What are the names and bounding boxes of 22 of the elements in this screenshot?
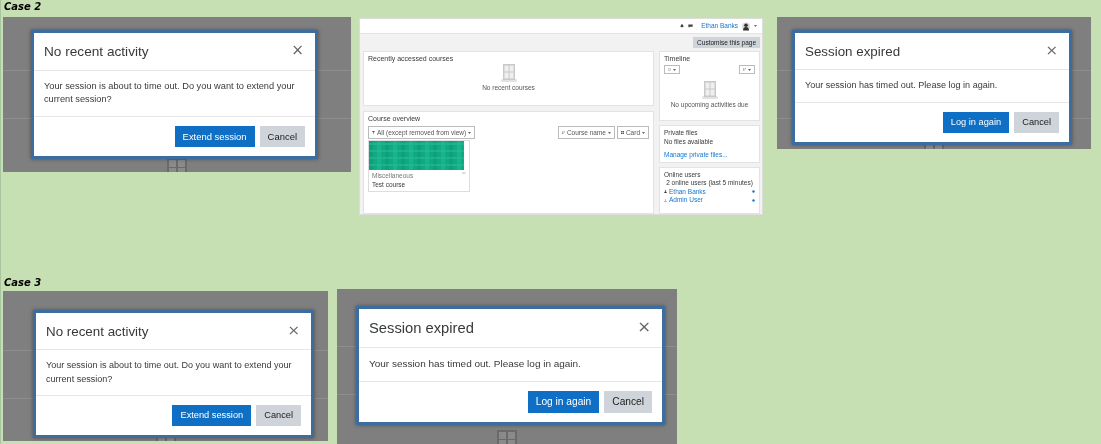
close-button[interactable]: × bbox=[287, 323, 300, 338]
primary-button[interactable]: Log in again bbox=[942, 111, 1010, 133]
case-label: Case 2 bbox=[3, 0, 42, 14]
primary-button[interactable]: Extend session bbox=[172, 404, 252, 426]
cancel-button[interactable]: Cancel bbox=[259, 125, 305, 147]
dialog-message: Your session is about to time out. Do you want to extend your current session? bbox=[36, 350, 311, 396]
case-label: Case 3 bbox=[3, 277, 42, 289]
cancel-button[interactable]: Cancel bbox=[256, 404, 301, 426]
close-button[interactable]: × bbox=[291, 43, 304, 59]
primary-button[interactable]: Extend session bbox=[174, 125, 255, 147]
close-button[interactable]: × bbox=[1045, 43, 1058, 58]
cancel-button[interactable]: Cancel bbox=[604, 390, 652, 413]
close-button[interactable]: × bbox=[637, 319, 651, 336]
dialog-message: Your session is about to time out. Do you want to extend your current session? bbox=[34, 70, 315, 117]
dialog-message: Your session has timed out. Please log in again. bbox=[359, 348, 662, 382]
cancel-button[interactable]: Cancel bbox=[1014, 111, 1059, 133]
dialog-title: No recent activity bbox=[46, 323, 149, 341]
dialog-title: Session expired bbox=[805, 43, 901, 61]
dialog-title: No recent activity bbox=[44, 43, 149, 61]
primary-button[interactable]: Log in again bbox=[527, 390, 600, 413]
dialog-title: Session expired bbox=[369, 319, 474, 338]
dialog-message: Your session has timed out. Please log in again. bbox=[795, 70, 1069, 103]
